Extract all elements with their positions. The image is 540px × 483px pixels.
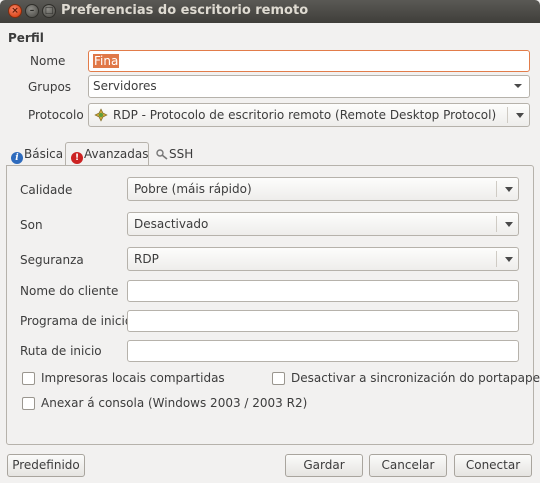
protocol-combo[interactable]: RDP - Protocolo de escritorio remoto (Re… (88, 103, 530, 127)
quality-label: Calidade (20, 183, 73, 197)
startup-path-field[interactable] (127, 340, 519, 362)
name-field[interactable]: Fina (88, 50, 530, 72)
rdp-plugin-icon (94, 108, 108, 122)
attach-console-label: Anexar á consola (Windows 2003 / 2003 R2… (41, 396, 308, 410)
disable-clipboard-sync-checkbox[interactable] (272, 372, 285, 385)
disable-clipboard-sync-label: Desactivar a sincronización do portapape… (291, 371, 540, 385)
protocol-value: RDP - Protocolo de escritorio remoto (Re… (113, 108, 497, 122)
name-field-value: Fina (93, 54, 120, 68)
tab-ssh-label: SSH (169, 147, 194, 161)
shared-printers-checkbox[interactable] (22, 372, 35, 385)
security-value: RDP (134, 252, 159, 266)
key-icon (156, 149, 168, 160)
tab-basic-label: Básica (24, 147, 64, 161)
connect-button[interactable]: Conectar (454, 454, 532, 477)
name-label: Nome (30, 54, 66, 68)
protocol-dropdown-arrow[interactable] (507, 107, 529, 123)
client-name-label: Nome do cliente (20, 284, 119, 298)
tab-ssh[interactable]: SSH (151, 143, 201, 167)
save-button[interactable]: Gardar (285, 454, 363, 477)
window-maximize-button[interactable]: □ (42, 4, 56, 18)
attach-console-checkbox[interactable] (22, 397, 35, 410)
sound-dropdown-arrow[interactable] (496, 216, 518, 232)
warning-icon: ! (71, 152, 83, 164)
maximize-icon: □ (44, 6, 54, 16)
chevron-down-icon (514, 84, 522, 88)
groups-value: Servidores (93, 79, 157, 93)
security-combo[interactable]: RDP (127, 247, 519, 271)
close-icon: × (11, 6, 19, 16)
tab-basic[interactable]: i Básica (6, 143, 64, 167)
quality-value: Pobre (máis rápido) (134, 182, 252, 196)
window-minimize-button[interactable]: – (25, 4, 39, 18)
window-title: Preferencias do escritorio remoto (61, 3, 309, 18)
window-close-button[interactable]: × (8, 4, 22, 18)
profile-section-title: Perfil (8, 31, 44, 45)
startup-path-label: Ruta de inicio (20, 344, 102, 358)
groups-dropdown-arrow[interactable] (513, 76, 523, 102)
minimize-icon: – (29, 6, 35, 16)
groups-combo[interactable]: Servidores (88, 75, 530, 98)
startup-program-field[interactable] (127, 310, 519, 332)
title-bar: × – □ Preferencias do escritorio remoto (0, 0, 540, 23)
protocol-label: Protocolo (28, 108, 84, 122)
sound-combo[interactable]: Desactivado (127, 212, 519, 236)
security-dropdown-arrow[interactable] (496, 251, 518, 267)
shared-printers-label: Impresoras locais compartidas (41, 371, 225, 385)
info-icon: i (11, 152, 23, 164)
tab-advanced-label: Avanzadas (84, 147, 149, 161)
groups-label: Grupos (28, 80, 72, 94)
sound-label: Son (20, 218, 43, 232)
default-button[interactable]: Predefinido (7, 454, 85, 477)
quality-combo[interactable]: Pobre (máis rápido) (127, 177, 519, 201)
quality-dropdown-arrow[interactable] (496, 181, 518, 197)
security-label: Seguranza (20, 253, 84, 267)
sound-value: Desactivado (134, 217, 209, 231)
client-name-field[interactable] (127, 280, 519, 302)
cancel-button[interactable]: Cancelar (369, 454, 447, 477)
startup-program-label: Programa de inicio (20, 314, 133, 328)
